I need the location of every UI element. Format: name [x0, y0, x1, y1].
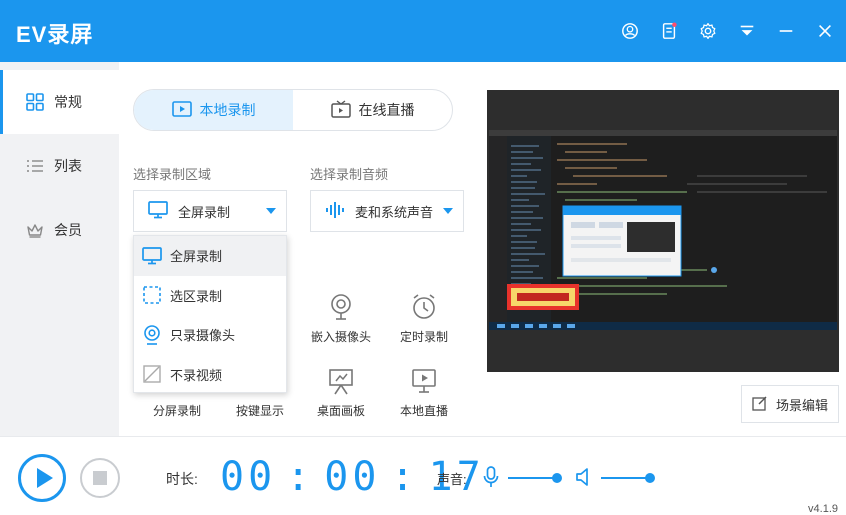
tab-local-record[interactable]: 本地录制 — [134, 90, 293, 130]
chevron-down-icon — [266, 208, 276, 214]
microphone-icon[interactable] — [482, 466, 500, 488]
sidebar-item-member[interactable]: 会员 — [0, 198, 119, 262]
sidebar-item-label: 常规 — [54, 94, 82, 110]
gear-icon[interactable] — [697, 20, 719, 42]
crown-icon — [26, 221, 44, 239]
tv-icon — [330, 99, 359, 121]
sidebar-item-label: 会员 — [54, 222, 82, 238]
audio-label: 选择录制音频 — [310, 167, 389, 182]
edit-icon — [752, 395, 776, 414]
webcam-icon — [142, 324, 162, 345]
main-panel: 本地录制 在线直播 选择录制区域 选择录制音频 全屏录制 麦和系统声音 嵌入摄像… — [119, 62, 846, 436]
slider-knob[interactable] — [645, 473, 655, 483]
speaker-icon[interactable] — [575, 466, 593, 488]
scene-edit-button[interactable]: 场景编辑 — [741, 385, 839, 423]
chevron-down-icon — [443, 208, 453, 214]
screen-preview — [487, 90, 839, 372]
control-bar: 时长: 00:00:17 声音: v4.1.9 — [0, 436, 846, 515]
area-select[interactable]: 全屏录制 — [133, 190, 287, 232]
sidebar: 常规 列表 会员 — [0, 62, 119, 436]
tool-embed-webcam[interactable]: 嵌入摄像头 — [305, 292, 377, 356]
minimize-icon[interactable] — [775, 20, 797, 42]
volume-label: 声音: — [437, 472, 467, 487]
sound-wave-icon — [325, 200, 355, 223]
user-icon[interactable] — [619, 20, 641, 42]
duration-label: 时长: — [166, 471, 198, 487]
list-icon — [26, 157, 44, 175]
sidebar-item-list[interactable]: 列表 — [0, 134, 119, 198]
alarm-clock-icon — [410, 292, 438, 322]
record-icon — [171, 100, 200, 120]
area-dropdown: 全屏录制 选区录制 只录摄像头 不录视频 — [133, 235, 287, 393]
easel-icon — [327, 366, 355, 396]
mode-tabs: 本地录制 在线直播 — [133, 89, 453, 131]
sidebar-item-general[interactable]: 常规 — [0, 70, 119, 134]
webcam-icon — [327, 292, 355, 322]
close-icon[interactable] — [814, 20, 836, 42]
clipboard-icon[interactable] — [658, 20, 680, 42]
tool-desktop-board[interactable]: 桌面画板 — [305, 366, 377, 430]
version-label: v4.1.9 — [808, 503, 838, 515]
dropdown-option-camera-only[interactable]: 只录摄像头 — [134, 315, 286, 355]
monitor-icon — [148, 200, 178, 222]
app-window: EV录屏 常规 列表 会员 本地录制 在线直播 选择录制区域 选择录制音频 全屏… — [0, 0, 846, 515]
tool-local-live[interactable]: 本地直播 — [388, 366, 460, 430]
title-bar: EV录屏 — [0, 0, 846, 62]
monitor-icon — [142, 246, 162, 266]
slider-knob[interactable] — [552, 473, 562, 483]
grid-icon — [26, 93, 44, 111]
sidebar-item-label: 列表 — [54, 158, 82, 174]
monitor-play-icon — [410, 366, 438, 396]
dropdown-option-region[interactable]: 选区录制 — [134, 276, 286, 316]
menu-icon[interactable] — [736, 20, 758, 42]
app-title: EV录屏 — [16, 22, 94, 47]
play-button[interactable] — [18, 454, 66, 502]
no-video-icon — [142, 364, 162, 384]
preview-image — [487, 90, 839, 372]
dropdown-option-no-video[interactable]: 不录视频 — [134, 355, 286, 395]
tool-timed-record[interactable]: 定时录制 — [388, 292, 460, 356]
area-label: 选择录制区域 — [133, 167, 212, 182]
dashed-rect-icon — [142, 285, 162, 305]
speaker-volume-slider[interactable] — [601, 473, 655, 483]
stop-button[interactable] — [80, 458, 120, 498]
tab-online-live[interactable]: 在线直播 — [293, 90, 452, 130]
dropdown-option-fullscreen[interactable]: 全屏录制 — [134, 236, 286, 276]
audio-select[interactable]: 麦和系统声音 — [310, 190, 464, 232]
timer-hours: 00 — [220, 454, 277, 500]
mic-volume-slider[interactable] — [508, 473, 562, 483]
timer-minutes: 00 — [324, 454, 381, 500]
